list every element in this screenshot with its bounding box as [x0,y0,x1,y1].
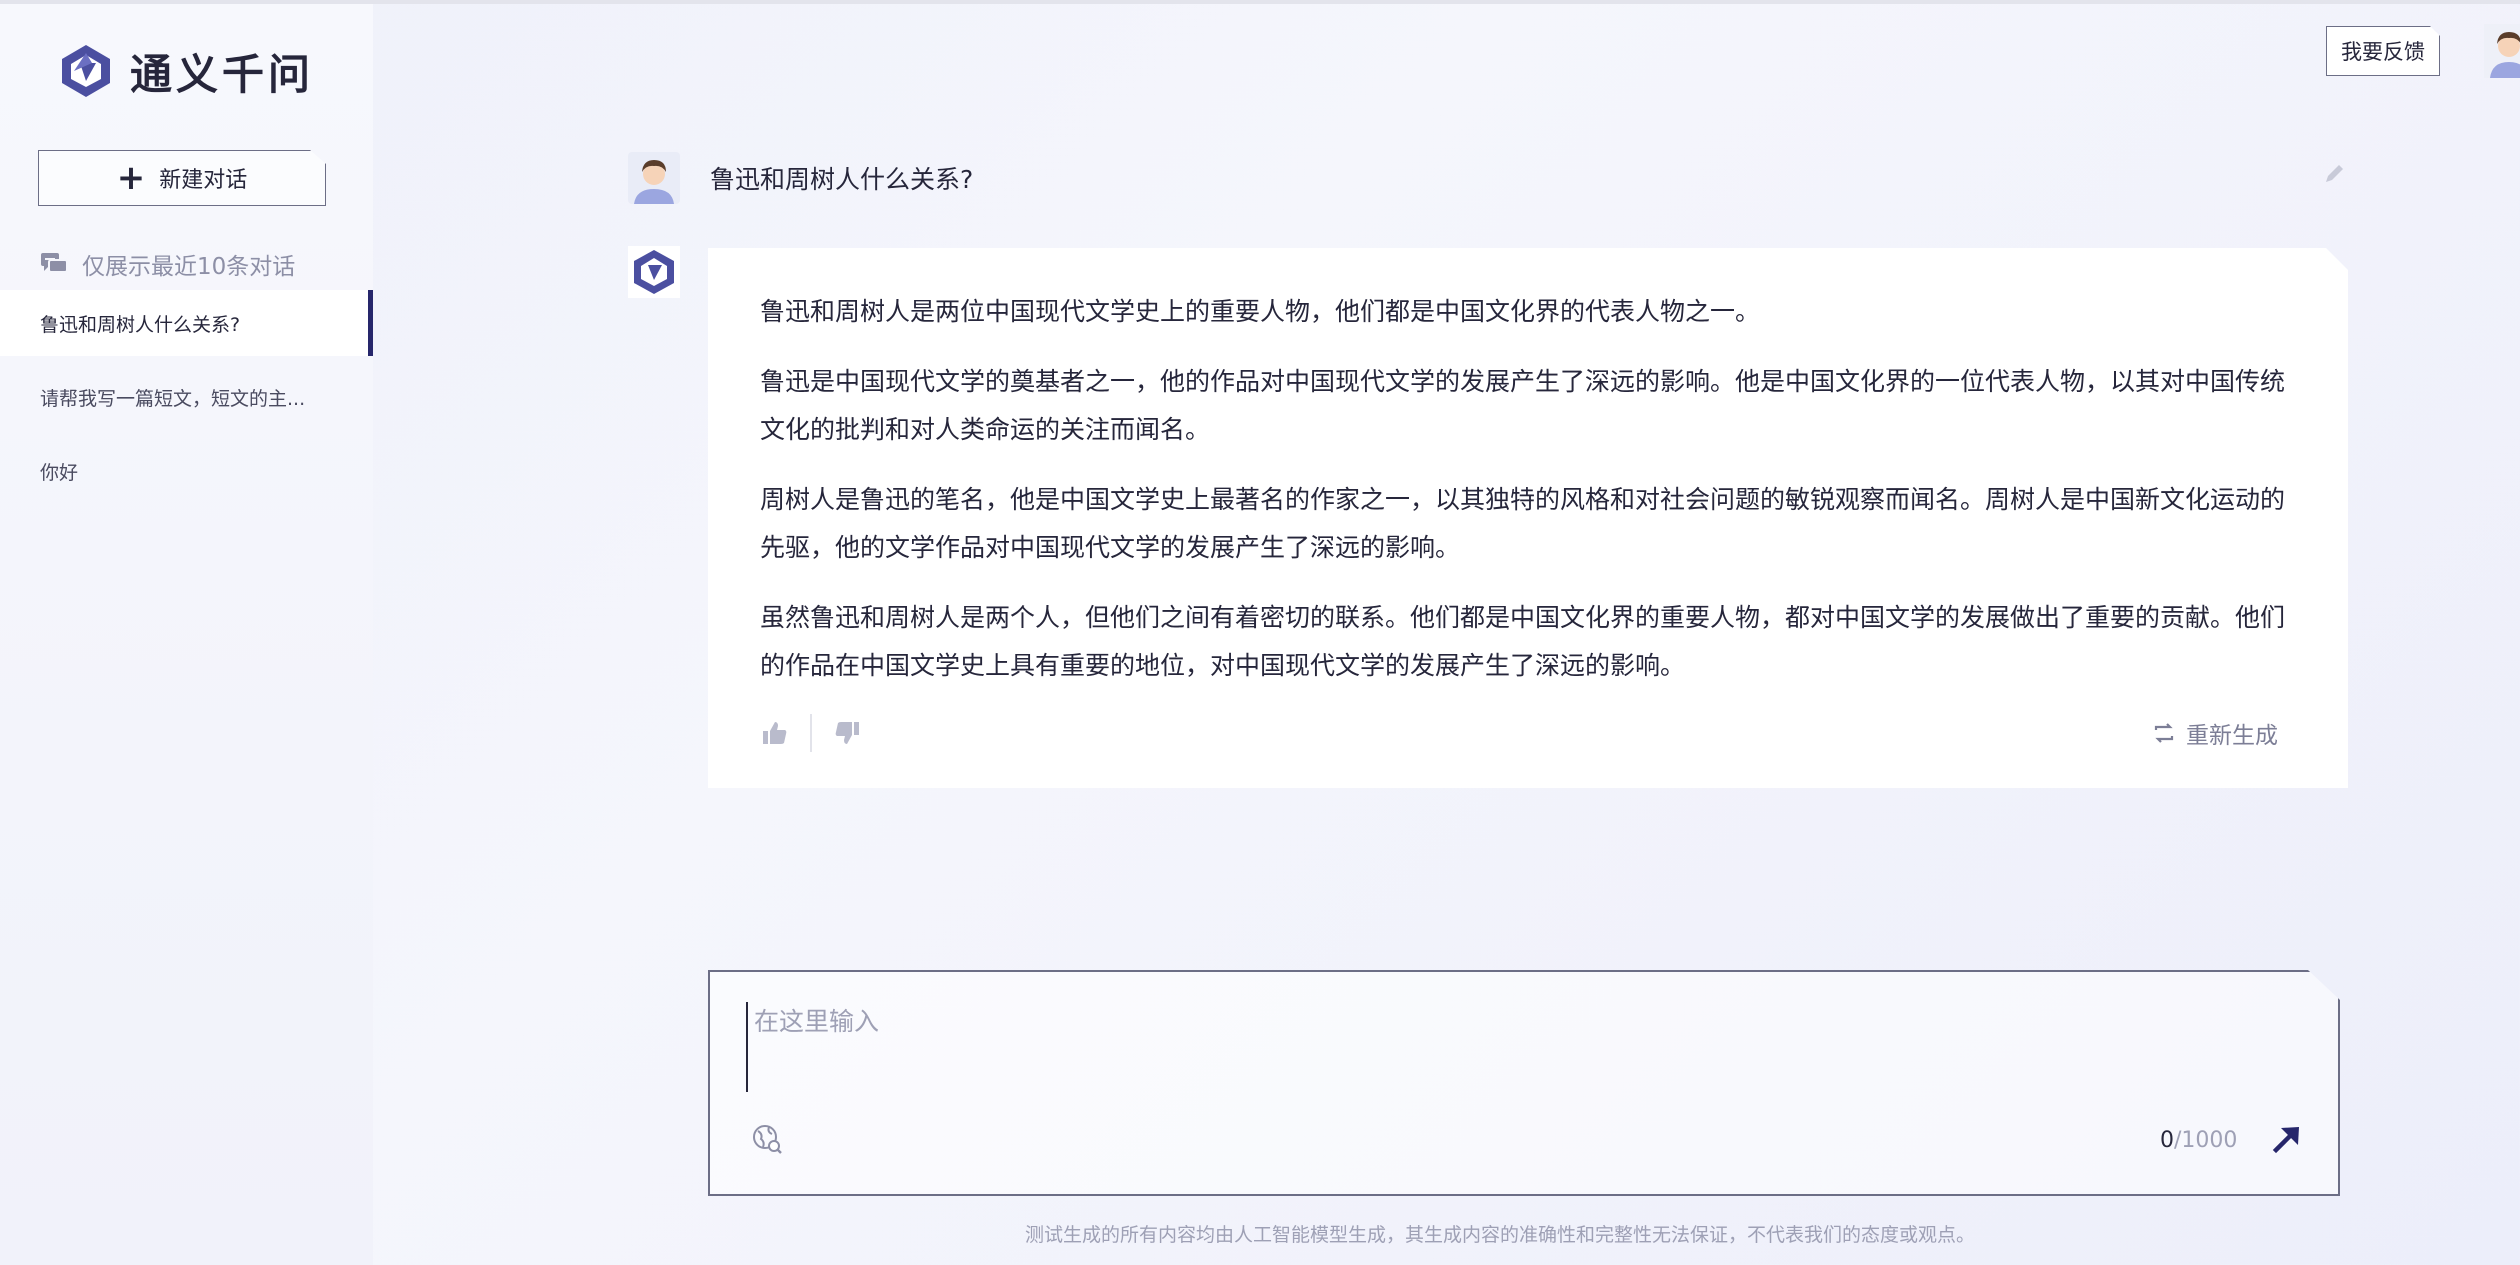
actions-divider [810,714,812,752]
user-avatar[interactable] [2484,24,2520,78]
answer-paragraph: 周树人是鲁迅的笔名，他是中国文学史上最著名的作家之一，以其独特的风格和对社会问题… [760,485,2286,562]
assistant-avatar [628,246,680,298]
char-limit: /1000 [2174,1128,2238,1153]
chat-input[interactable] [746,1002,2246,1092]
assistant-answer-card: 鲁迅和周树人是两位中国现代文学史上的重要人物，他们都是中国文化界的代表人物之一。… [708,248,2348,788]
answer-actions: 重新生成 [760,708,2278,758]
globe-search-icon[interactable] [750,1122,784,1156]
recent-hint-text: 仅展示最近10条对话 [82,254,296,280]
sidebar: 通义千问 + 新建对话 仅展示最近10条对话 鲁迅和周树人什么关系? 请帮我写一… [0,4,373,1265]
user-avatar [628,152,680,204]
new-chat-button[interactable]: + 新建对话 [38,150,326,206]
tongyi-logo-icon [62,45,110,97]
pencil-icon[interactable] [2322,160,2348,186]
conversation-list: 鲁迅和周树人什么关系? 请帮我写一篇短文，短文的主... 你好 [0,290,373,512]
refresh-icon [2154,723,2174,743]
chat-input-box: 0/1000 [708,970,2340,1196]
chat-bubbles-icon [41,253,68,273]
send-arrow-icon[interactable] [2268,1120,2306,1158]
conversation-item[interactable]: 你好 [0,438,373,504]
plus-icon: + [116,158,146,198]
app-logo[interactable]: 通义千问 [56,36,314,106]
user-question: 鲁迅和周树人什么关系? [710,165,974,194]
user-message: 鲁迅和周树人什么关系? [628,150,2348,206]
feedback-button[interactable]: 我要反馈 [2326,26,2440,76]
char-count: 0 [2160,1128,2174,1153]
answer-paragraph: 虽然鲁迅和周树人是两个人，但他们之间有着密切的联系。他们都是中国文化界的重要人物… [760,603,2286,680]
disclaimer-text: 测试生成的所有内容均由人工智能模型生成，其生成内容的准确性和完整性无法保证，不代… [1025,1224,1976,1246]
conversation-item[interactable]: 请帮我写一篇短文，短文的主... [0,364,373,430]
recent-conversations-hint: 仅展示最近10条对话 [40,247,295,281]
thumbs-down-icon[interactable] [832,718,862,748]
answer-paragraph: 鲁迅是中国现代文学的奠基者之一，他的作品对中国现代文学的发展产生了深远的影响。他… [760,367,2286,444]
top-border [0,0,2520,4]
new-chat-label: 新建对话 [159,168,248,193]
conversation-item[interactable]: 鲁迅和周树人什么关系? [0,290,373,356]
answer-paragraph: 鲁迅和周树人是两位中国现代文学史上的重要人物，他们都是中国文化界的代表人物之一。 [760,297,1761,326]
regenerate-button[interactable]: 重新生成 [2152,716,2278,750]
thumbs-up-icon[interactable] [760,718,790,748]
char-counter: 0/1000 [2160,1128,2237,1153]
app-name: 通义千问 [130,49,315,99]
regenerate-label: 重新生成 [2186,723,2278,749]
